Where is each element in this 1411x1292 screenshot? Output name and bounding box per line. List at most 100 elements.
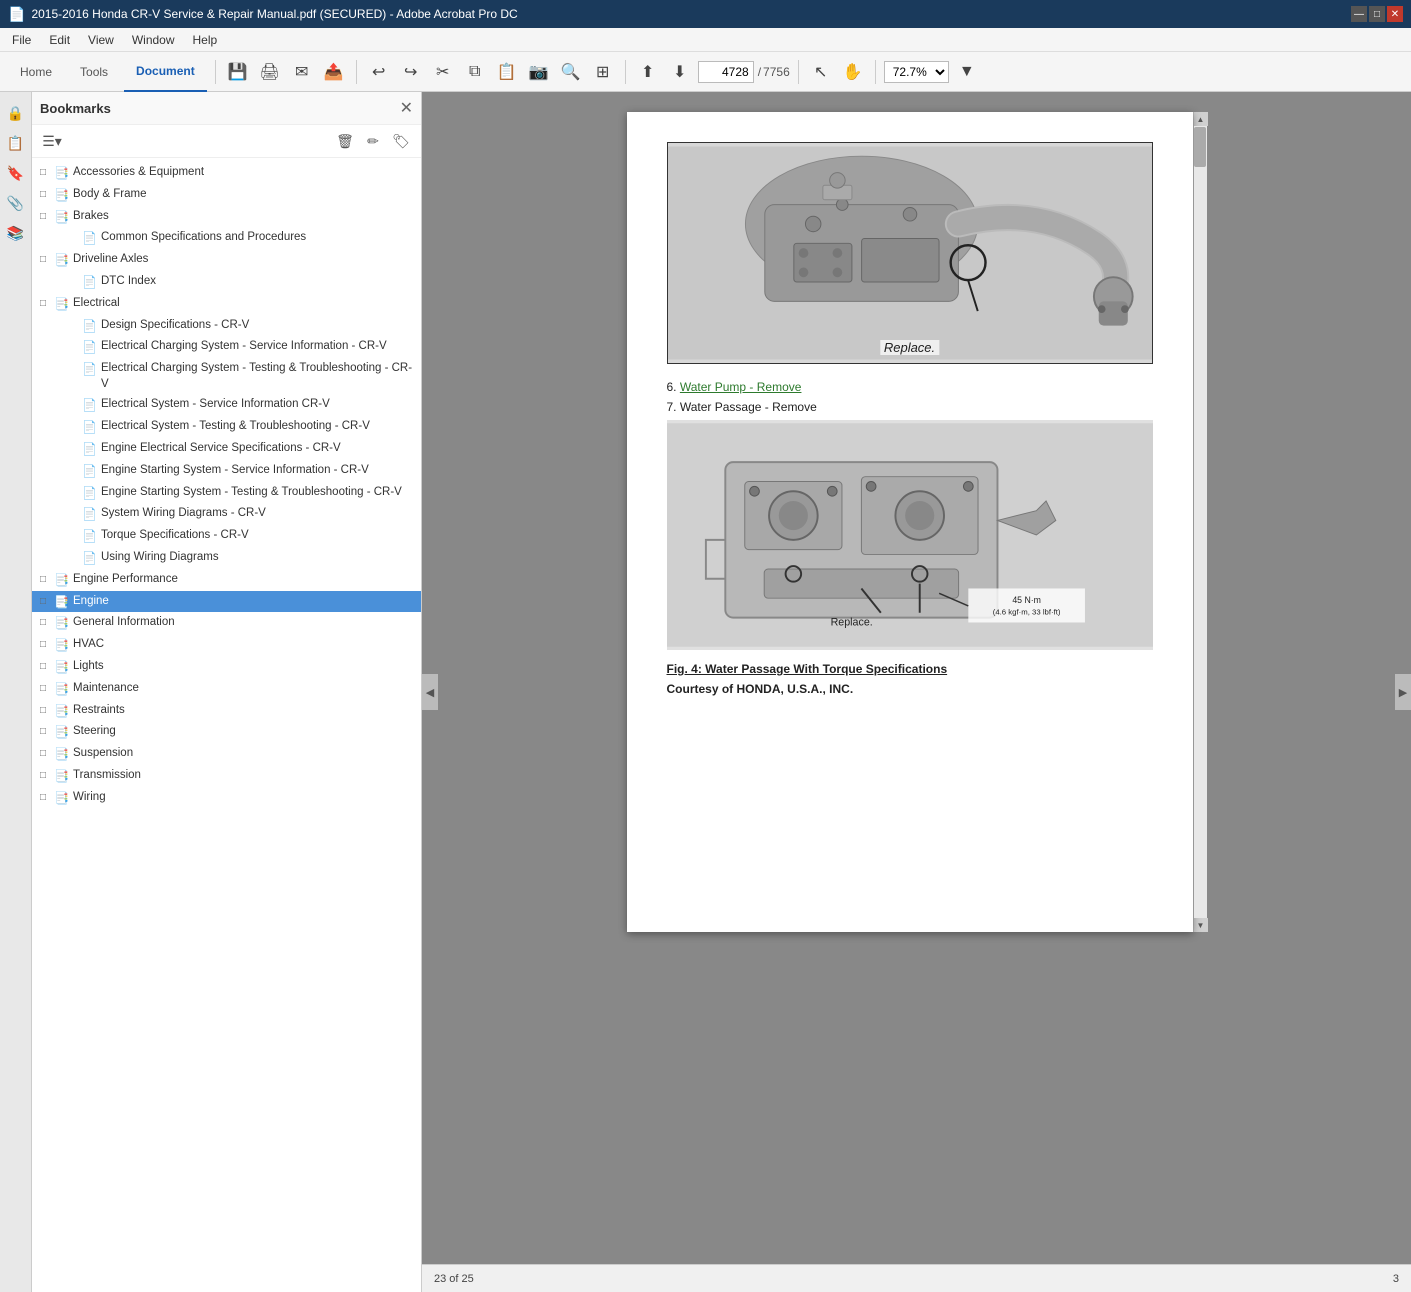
bm-driveline[interactable]: □ 📑 Driveline Axles — [32, 249, 421, 271]
bm-design-specs[interactable]: 📄 Design Specifications - CR-V — [32, 315, 421, 337]
close-button[interactable]: ✕ — [1387, 6, 1403, 22]
window-controls: — □ ✕ — [1351, 6, 1403, 22]
layers-icon[interactable]: 📚 — [3, 220, 29, 246]
svg-text:(4.6 kgf·m, 33 lbf·ft): (4.6 kgf·m, 33 lbf·ft) — [992, 608, 1060, 617]
bm-elec-charging-service[interactable]: 📄 Electrical Charging System - Service I… — [32, 336, 421, 358]
bookmarks-close-button[interactable]: ✕ — [400, 98, 413, 118]
engine-image-container: Replace. — [668, 143, 1152, 363]
bm-label-engine-starting-testing: Engine Starting System - Testing & Troub… — [101, 484, 417, 500]
bm-wiring[interactable]: □ 📑 Wiring — [32, 787, 421, 809]
menu-window[interactable]: Window — [124, 31, 183, 49]
bm-common-specs[interactable]: 📄 Common Specifications and Procedures — [32, 227, 421, 249]
copy-button[interactable]: ⧉ — [461, 58, 489, 86]
figure-caption: Fig. 4: Water Passage With Torque Specif… — [667, 662, 1153, 676]
email-button[interactable]: ✉ — [288, 58, 316, 86]
bookmarks-delete-button[interactable]: 🗑 — [333, 129, 357, 153]
scroll-up-button[interactable]: ▲ — [1194, 112, 1208, 126]
expand-right-button[interactable]: ▶ — [1395, 674, 1411, 710]
toggle-brakes: □ — [40, 210, 52, 224]
tab-home[interactable]: Home — [8, 52, 64, 92]
zoom-select[interactable]: 72.7% — [884, 61, 949, 83]
attachments-icon[interactable]: 📎 — [3, 190, 29, 216]
bm-icon-transmission: 📑 — [54, 768, 70, 785]
bm-engine[interactable]: □ 📑 Engine — [32, 591, 421, 613]
bm-dtc-index[interactable]: 📄 DTC Index — [32, 271, 421, 293]
download-button[interactable]: ⬇ — [666, 58, 694, 86]
bm-system-wiring[interactable]: 📄 System Wiring Diagrams - CR-V — [32, 503, 421, 525]
bm-label-elec-system-service: Electrical System - Service Information … — [101, 396, 417, 412]
bookmarks-icon[interactable]: 🔖 — [3, 160, 29, 186]
bm-hvac[interactable]: □ 📑 HVAC — [32, 634, 421, 656]
bm-label-elec-system-testing: Electrical System - Testing & Troublesho… — [101, 418, 417, 434]
menu-help[interactable]: Help — [185, 31, 226, 49]
export-button[interactable]: 📤 — [320, 58, 348, 86]
redo-button[interactable]: ↪ — [397, 58, 425, 86]
menu-view[interactable]: View — [80, 31, 122, 49]
snapshot-button[interactable]: 📷 — [525, 58, 553, 86]
toggle-lights: □ — [40, 660, 52, 674]
pdf-scrollbar[interactable]: ▲ ▼ — [1193, 112, 1207, 932]
bm-elec-system-service[interactable]: 📄 Electrical System - Service Informatio… — [32, 394, 421, 416]
bm-icon-using-wiring: 📄 — [82, 550, 98, 567]
collapse-panel-button[interactable]: ◀ — [422, 674, 438, 710]
bm-electrical[interactable]: □ 📑 Electrical — [32, 293, 421, 315]
separator5 — [875, 60, 876, 84]
bm-general-info[interactable]: □ 📑 General Information — [32, 612, 421, 634]
cursor-tool[interactable]: ↖ — [807, 58, 835, 86]
bookmarks-edit-button[interactable]: ✏ — [361, 129, 385, 153]
bm-steering[interactable]: □ 📑 Steering — [32, 721, 421, 743]
zoom-dropdown[interactable]: ▼ — [953, 58, 981, 86]
bm-elec-system-testing[interactable]: 📄 Electrical System - Testing & Troubles… — [32, 416, 421, 438]
toggle-driveline: □ — [40, 253, 52, 267]
bm-accessories[interactable]: □ 📑 Accessories & Equipment — [32, 162, 421, 184]
bm-icon-wiring: 📑 — [54, 790, 70, 807]
bm-elec-charging-testing[interactable]: 📄 Electrical Charging System - Testing &… — [32, 358, 421, 394]
sidebar-icons: 🔒 📋 🔖 📎 📚 — [0, 92, 32, 1292]
paste-button[interactable]: 📋 — [493, 58, 521, 86]
bm-label-engine-performance: Engine Performance — [73, 571, 417, 587]
bookmarks-menu-button[interactable]: ☰▾ — [40, 129, 64, 153]
menu-file[interactable]: File — [4, 31, 39, 49]
title-bar: 📄 2015-2016 Honda CR-V Service & Repair … — [0, 0, 1411, 28]
water-pump-link[interactable]: Water Pump - Remove — [680, 380, 802, 394]
save-button[interactable]: 💾 — [224, 58, 252, 86]
undo-button[interactable]: ↩ — [365, 58, 393, 86]
search-button[interactable]: 🔍 — [557, 58, 585, 86]
minimize-button[interactable]: — — [1351, 6, 1367, 22]
scroll-thumb[interactable] — [1194, 127, 1206, 167]
cut-button[interactable]: ✂ — [429, 58, 457, 86]
bm-suspension[interactable]: □ 📑 Suspension — [32, 743, 421, 765]
bm-engine-starting-service[interactable]: 📄 Engine Starting System - Service Infor… — [32, 460, 421, 482]
page-number-input[interactable] — [698, 61, 754, 83]
bm-brakes[interactable]: □ 📑 Brakes — [32, 206, 421, 228]
pdf-page[interactable]: Replace. 6. Water Pump - Remove 7. Water… — [422, 92, 1411, 1264]
pages-icon[interactable]: 📋 — [3, 130, 29, 156]
bm-icon-engine-starting-testing: 📄 — [82, 485, 98, 502]
maximize-button[interactable]: □ — [1369, 6, 1385, 22]
tab-document[interactable]: Document — [124, 52, 207, 92]
toggle-accessories: □ — [40, 166, 52, 180]
combine-button[interactable]: ⊞ — [589, 58, 617, 86]
lock-icon[interactable]: 🔒 — [3, 100, 29, 126]
bm-engine-performance[interactable]: □ 📑 Engine Performance — [32, 569, 421, 591]
print-button[interactable]: 🖨 — [256, 58, 284, 86]
upload-button[interactable]: ⬆ — [634, 58, 662, 86]
scroll-down-button[interactable]: ▼ — [1194, 918, 1208, 932]
bookmarks-add-button[interactable]: 🏷 — [389, 129, 413, 153]
bm-engine-elec-specs[interactable]: 📄 Engine Electrical Service Specificatio… — [32, 438, 421, 460]
bm-label-hvac: HVAC — [73, 636, 417, 652]
bm-body-frame[interactable]: □ 📑 Body & Frame — [32, 184, 421, 206]
bm-engine-starting-testing[interactable]: 📄 Engine Starting System - Testing & Tro… — [32, 482, 421, 504]
tab-tools[interactable]: Tools — [68, 52, 120, 92]
bm-maintenance[interactable]: □ 📑 Maintenance — [32, 678, 421, 700]
figure-water-passage: Replace. 45 N·m (4.6 kgf·m, 33 lbf·ft) — [667, 420, 1153, 650]
bm-lights[interactable]: □ 📑 Lights — [32, 656, 421, 678]
bm-torque-specs[interactable]: 📄 Torque Specifications - CR-V — [32, 525, 421, 547]
bm-restraints[interactable]: □ 📑 Restraints — [32, 700, 421, 722]
toggle-engine: □ — [40, 595, 52, 609]
menu-edit[interactable]: Edit — [41, 31, 78, 49]
bm-transmission[interactable]: □ 📑 Transmission — [32, 765, 421, 787]
bm-label-body-frame: Body & Frame — [73, 186, 417, 202]
bm-using-wiring[interactable]: 📄 Using Wiring Diagrams — [32, 547, 421, 569]
hand-tool[interactable]: ✋ — [839, 58, 867, 86]
